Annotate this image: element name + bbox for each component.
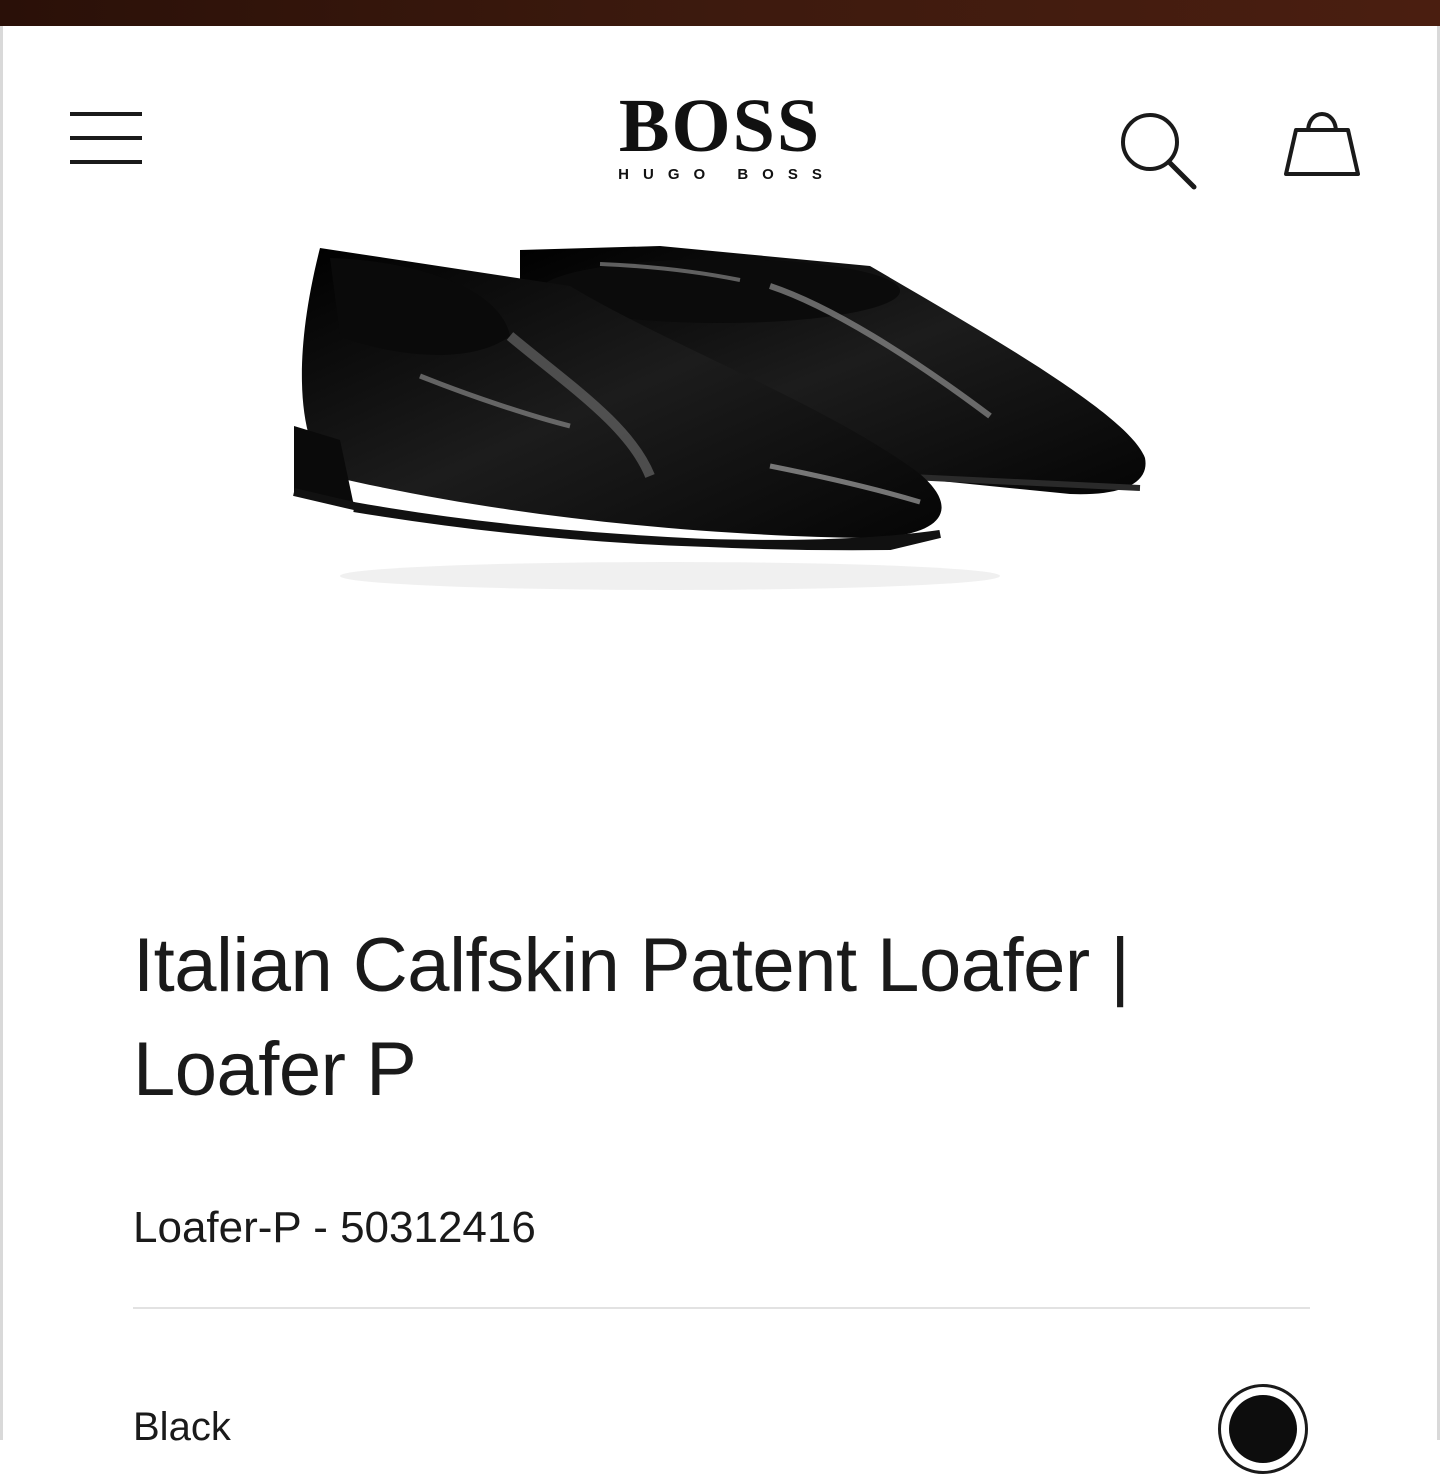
product-sku: Loafer-P - 50312416 xyxy=(133,1203,536,1252)
logo-wordmark: BOSS xyxy=(618,84,822,168)
brand-logo[interactable]: BOSS HUGO BOSS xyxy=(560,88,880,183)
menu-line xyxy=(70,136,142,140)
product-image[interactable] xyxy=(270,246,1170,626)
logo-subtitle: HUGO BOSS xyxy=(618,166,836,183)
menu-line xyxy=(70,160,142,164)
hamburger-menu-icon[interactable] xyxy=(70,112,142,166)
divider xyxy=(133,1307,1310,1309)
color-label: Black xyxy=(133,1405,231,1449)
site-header: BOSS HUGO BOSS xyxy=(0,26,1440,226)
frame-border-left xyxy=(0,26,3,1440)
search-icon[interactable] xyxy=(1116,110,1200,190)
shopping-bag-icon[interactable] xyxy=(1280,104,1364,180)
menu-line xyxy=(70,112,142,116)
color-swatch-black[interactable] xyxy=(1218,1384,1308,1474)
color-swatch-fill xyxy=(1229,1395,1297,1463)
product-title: Italian Calfskin Patent Loafer | Loafer … xyxy=(133,923,1130,1112)
top-status-strip xyxy=(0,0,1440,26)
